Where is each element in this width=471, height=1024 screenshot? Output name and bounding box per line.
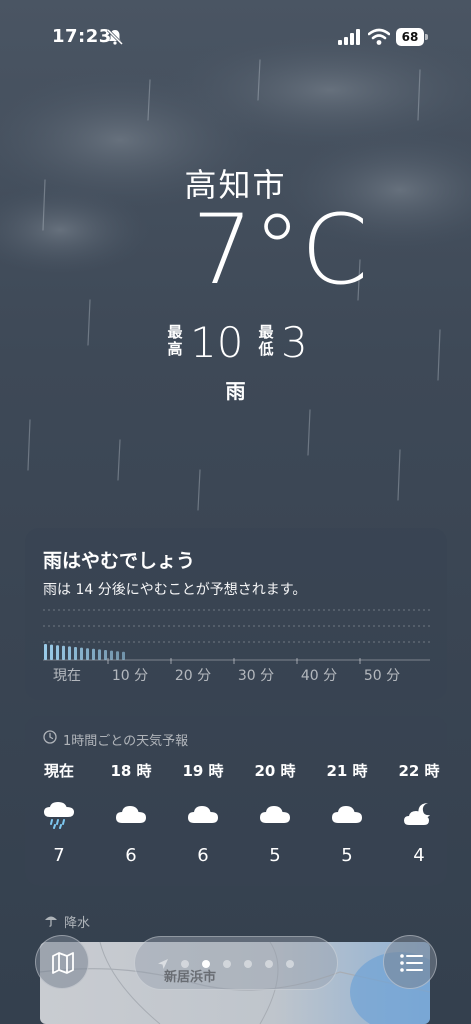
precipitation-bar [80,647,83,660]
precipitation-bar [44,644,47,660]
hourly-item: 20 時 5 [245,760,305,866]
hourly-item: 18 時 6 [101,760,161,866]
cloud-icon [330,801,364,829]
city-list-button[interactable] [383,935,437,989]
precipitation-bar [92,648,95,660]
hourly-temperature: 6 [197,845,209,866]
low-label: 最低 [258,323,274,358]
precipitation-bar [116,651,119,660]
wifi-icon [368,28,390,45]
hourly-item: 19 時 6 [173,760,233,866]
cloud-icon [186,801,220,829]
hourly-item: 21 時 5 [317,760,377,866]
precipitation-chart: 現在 10 分 20 分 30 分 40 分 50 分 [43,609,430,684]
current-temperature: 7°C [192,194,369,306]
precipitation-bar [62,645,65,660]
bell-muted-icon [106,28,124,46]
rain-cloud-icon [42,801,76,829]
page-dot[interactable] [181,960,189,968]
precipitation-bar [50,644,53,660]
hourly-time: 現在 [43,762,74,780]
hourly-temperature: 7 [53,845,65,866]
hourly-temperature: 6 [125,845,137,866]
hourly-temperature: 4 [413,845,425,866]
hourly-time: 21 時 [326,762,368,780]
hourly-forecast-label: 1時間ごとの天気予報 [63,734,189,749]
cloud-icon [258,801,292,829]
hourly-item: 22 時 4 [389,760,449,866]
hourly-time: 18 時 [110,762,152,780]
page-indicator[interactable] [134,936,338,990]
status-time: 17:23 [52,26,112,47]
precipitation-bar [122,651,125,660]
axis-label: 30 分 [238,668,274,684]
axis-label: 50 分 [364,668,400,684]
clock-icon [43,730,57,744]
axis-label: 10 分 [112,668,148,684]
high-temperature: 10 [190,318,244,367]
axis-label: 40 分 [301,668,337,684]
hourly-time: 20 時 [254,762,296,780]
page-dot[interactable] [223,960,231,968]
low-temperature: 3 [281,318,308,367]
map-icon [52,952,74,974]
status-bar: 17:23 68 [0,24,471,54]
cloud-icon [114,801,148,829]
page-dot[interactable] [286,960,294,968]
precipitation-bar [68,646,71,660]
high-label: 最高 [167,323,183,358]
axis-label: 現在 [53,668,81,684]
hourly-time: 22 時 [398,762,440,780]
high-low-temperatures: 最高 10 最低 3 [0,318,471,368]
precipitation-bar [56,645,59,660]
hourly-temperature: 5 [269,845,281,866]
cellular-signal-icon [338,29,360,45]
battery-icon: 68 [396,28,428,46]
list-icon [400,954,423,972]
precipitation-bar [104,650,107,660]
precipitation-bar [110,650,113,660]
hourly-time: 19 時 [182,762,224,780]
precipitation-map-label: 降水 [64,916,91,931]
hourly-item: 現在 7 [29,760,89,866]
axis-label: 20 分 [175,668,211,684]
precipitation-card[interactable]: 雨はやむでしょう 雨は 14 分後にやむことが予想されます。 現在 10 分 20 … [25,528,447,700]
page-dot[interactable] [265,960,273,968]
moon-cloud-icon [402,801,436,829]
hourly-temperature: 5 [341,845,353,866]
umbrella-icon [45,916,57,927]
battery-level: 68 [396,28,424,46]
page-dot[interactable] [244,960,252,968]
precipitation-bar [74,647,77,660]
precipitation-bar [98,649,101,660]
hourly-forecast-card[interactable]: 1時間ごとの天気予報 現在 7 18 時 6 19 時 6 20 時 5 21 時 5 22 時 4 [25,716,447,886]
precipitation-bar [86,648,89,660]
map-button[interactable] [35,935,89,989]
page-dot[interactable] [202,960,210,968]
location-arrow-icon [158,959,168,969]
weather-condition: 雨 [225,379,246,403]
